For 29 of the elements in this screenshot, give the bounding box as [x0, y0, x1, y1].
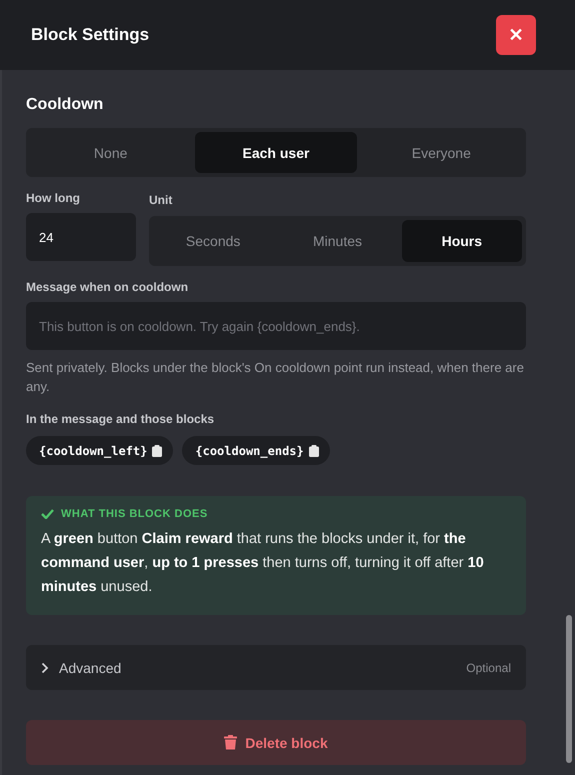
scope-option[interactable]: Each user	[195, 132, 357, 173]
close-button[interactable]: ✕	[496, 15, 536, 55]
field-label: Message when on cooldown	[26, 280, 190, 294]
clipboard-icon	[308, 444, 319, 456]
field-label: Unit	[149, 193, 174, 207]
delete-button[interactable]: Delete block	[26, 720, 526, 765]
help-text: Sent privately. Blocks under the block's On cooldown point run instead, when there are any.	[26, 359, 525, 396]
section-title: Cooldown	[26, 96, 104, 114]
dialog-title: Block Settings	[31, 25, 150, 45]
summary-title: WHAT THIS BLOCK DOES	[61, 508, 208, 520]
optional-hint: Optional	[466, 660, 511, 674]
field-label: How long	[26, 191, 81, 205]
scrollbar-thumb[interactable]	[566, 615, 572, 763]
unit-option[interactable]: Seconds	[153, 220, 274, 262]
check-icon	[41, 509, 54, 519]
unit-option[interactable]: Hours	[402, 220, 522, 262]
scope-option[interactable]: Everyone	[360, 132, 522, 173]
clipboard-icon	[152, 444, 162, 456]
advanced-label: Advanced	[59, 660, 122, 676]
duration-field[interactable]: 24	[26, 213, 136, 261]
variable-chip[interactable]: {cooldown_ends}	[182, 436, 330, 465]
message-field[interactable]: This button is on cooldown. Try again {cooldown_ends}.	[26, 302, 526, 350]
scope-option[interactable]: None	[30, 132, 192, 173]
trash-icon	[224, 735, 238, 750]
variables-label: In the message and those blocks	[26, 412, 216, 426]
variable-chip[interactable]: {cooldown_left}	[26, 436, 174, 465]
unit-option[interactable]: Minutes	[277, 220, 398, 262]
advanced-toggle[interactable]: Advanced Optional	[26, 645, 526, 690]
summary-text: A green button Claim reward that runs the blocks under it, for the command user, up to 1 presses then turns off, turning it off after 10 minutes unused.	[41, 530, 485, 597]
